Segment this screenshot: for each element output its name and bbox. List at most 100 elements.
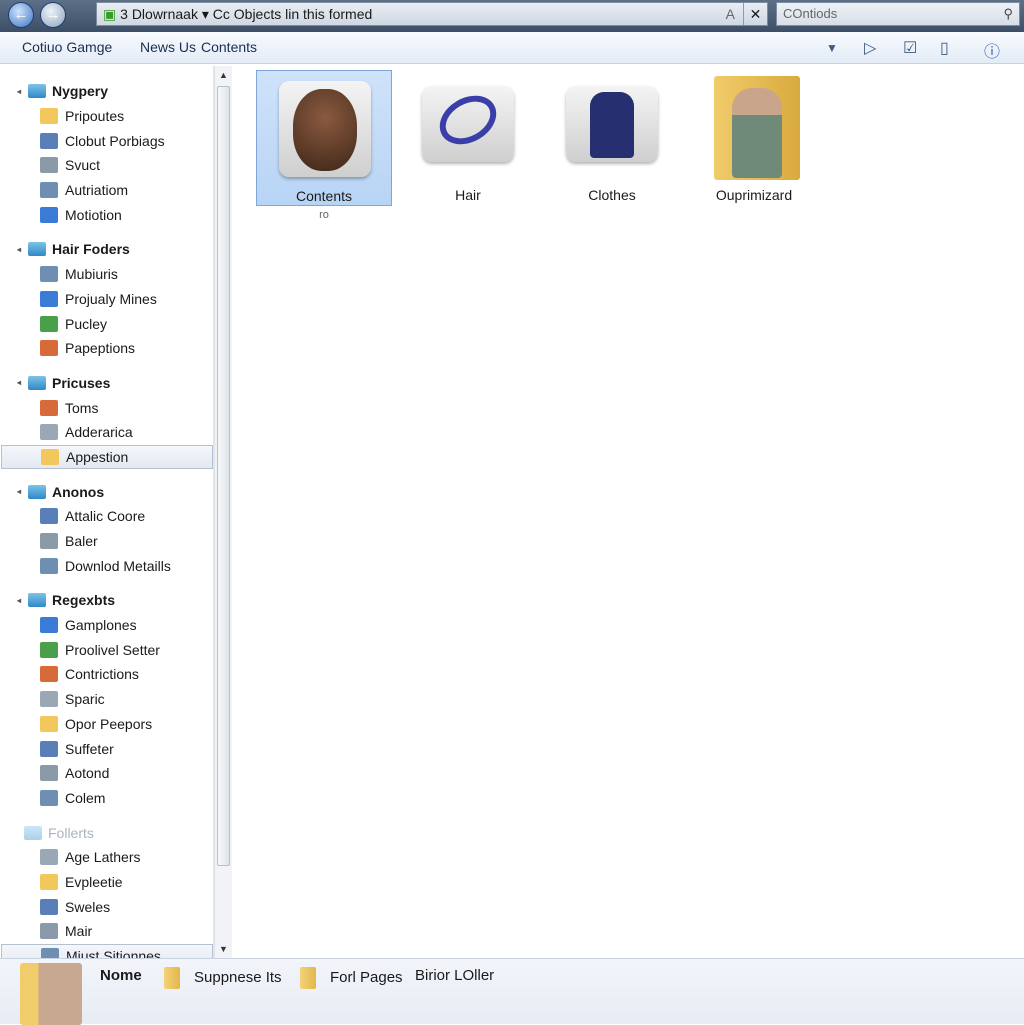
- expand-arrow-icon[interactable]: ◂: [17, 87, 21, 96]
- sidebar-group-label: Regexbts: [52, 592, 116, 609]
- sidebar-item[interactable]: Projualy Mines: [4, 287, 213, 312]
- play-icon[interactable]: ▷: [864, 38, 876, 58]
- sidebar-item-label: Suffeter: [65, 740, 114, 757]
- expand-arrow-icon[interactable]: ◂: [17, 245, 21, 254]
- sidebar-scrollbar[interactable]: ▲ ▼: [214, 66, 232, 958]
- item-icon: [40, 340, 58, 357]
- item-icon: [40, 290, 58, 307]
- expand-arrow-icon[interactable]: ◂: [17, 378, 21, 387]
- sidebar-group-label: Anonos: [52, 483, 105, 500]
- toolbar-item-contents[interactable]: Contents: [201, 39, 257, 55]
- sidebar-item-label: Autriatiom: [65, 182, 129, 199]
- sidebar-item[interactable]: Proolivel Setter: [4, 637, 213, 662]
- sidebar-group[interactable]: ◂ Hair Foders: [4, 237, 213, 262]
- sidebar-item[interactable]: Baler: [4, 529, 213, 554]
- tile-hair[interactable]: Hair: [400, 70, 536, 206]
- sidebar-item-label: Papeptions: [65, 340, 136, 357]
- tile-clothes[interactable]: Clothes: [544, 70, 680, 206]
- sidebar-group[interactable]: Follerts: [4, 820, 213, 845]
- sidebar-item[interactable]: Adderarica: [4, 420, 213, 445]
- sidebar-item-label: Svuct: [65, 157, 101, 174]
- sidebar-item-label: Clobut Porbiags: [65, 132, 165, 149]
- item-icon: [40, 641, 58, 658]
- expand-arrow-icon[interactable]: ◂: [17, 487, 21, 496]
- sidebar-item[interactable]: Clobut Porbiags: [4, 128, 213, 153]
- item-icon: [40, 873, 58, 890]
- sidebar-item[interactable]: Papeptions: [4, 336, 213, 361]
- tile-contents[interactable]: Contents ro: [256, 70, 392, 221]
- footer-item[interactable]: Birior LOller: [415, 967, 494, 984]
- sidebar-item[interactable]: Pripoutes: [4, 104, 213, 129]
- item-icon: [40, 157, 58, 174]
- tile-ouprimizard[interactable]: Ouprimizard: [686, 70, 822, 206]
- close-icon[interactable]: ✕: [743, 3, 767, 25]
- tile-label: Clothes: [588, 187, 636, 203]
- toolbar-item-news[interactable]: News Us: [140, 39, 196, 55]
- sidebar-item-label: Age Lathers: [65, 849, 141, 866]
- sidebar-item[interactable]: Autriatiom: [4, 178, 213, 203]
- sidebar-item[interactable]: Age Lathers: [4, 845, 213, 870]
- expand-arrow-icon[interactable]: ◂: [17, 596, 21, 605]
- file-view: Contents ro Hair Clothes Ouprimizard: [234, 66, 1024, 958]
- toolbar: Cotiuo Gamge News Us Contents ▼ ▷ ☑ ▯ ⓘ: [0, 32, 1024, 64]
- library-icon: [28, 593, 46, 608]
- footer-item[interactable]: Suppnese Its: [164, 967, 282, 989]
- sidebar-item[interactable]: Appestion: [1, 444, 213, 470]
- sidebar-group[interactable]: ◂ Regexbts: [4, 588, 213, 613]
- checkbox-icon[interactable]: ☑: [903, 38, 917, 58]
- sidebar-item[interactable]: Colem: [4, 786, 213, 811]
- sidebar-item[interactable]: Downlod Metaills: [4, 553, 213, 578]
- address-location[interactable]: Dlowrnaak: [132, 6, 198, 22]
- preview-pane-icon[interactable]: ▯: [940, 38, 949, 58]
- sidebar-item[interactable]: Pucley: [4, 311, 213, 336]
- scroll-down-icon[interactable]: ▼: [219, 944, 228, 954]
- toolbar-item-organize[interactable]: Cotiuo Gamge: [22, 39, 112, 55]
- sidebar-item[interactable]: Mubiuris: [4, 262, 213, 287]
- library-icon: [28, 484, 46, 499]
- sidebar-item-label: Gamplones: [65, 617, 137, 634]
- sidebar-item[interactable]: Sparic: [4, 687, 213, 712]
- sidebar-item[interactable]: Mair: [4, 919, 213, 944]
- sidebar-item[interactable]: Aotond: [4, 761, 213, 786]
- scrollbar-thumb[interactable]: [217, 86, 230, 866]
- sidebar-item[interactable]: Gamplones: [4, 613, 213, 638]
- back-button[interactable]: ←: [8, 2, 34, 28]
- sidebar-item[interactable]: Suffeter: [4, 736, 213, 761]
- sidebar-item[interactable]: Motiotion: [4, 202, 213, 227]
- sidebar-group[interactable]: ◂ Anonos: [4, 479, 213, 504]
- sidebar-item-label: Colem: [65, 789, 106, 806]
- footer-item[interactable]: Forl Pages: [300, 967, 403, 989]
- help-icon[interactable]: ⓘ: [984, 38, 1000, 62]
- sidebar-item[interactable]: Sweles: [4, 894, 213, 919]
- sidebar-item[interactable]: Toms: [4, 395, 213, 420]
- item-icon: [40, 691, 58, 708]
- sidebar-item-label: Mubiuris: [65, 266, 118, 283]
- sidebar-item[interactable]: Opor Peepors: [4, 712, 213, 737]
- search-input[interactable]: COntiods ⚲: [776, 2, 1020, 26]
- scroll-up-icon[interactable]: ▲: [219, 70, 228, 80]
- sidebar-item[interactable]: Attalic Coore: [4, 504, 213, 529]
- item-icon: [40, 108, 58, 125]
- item-icon: [40, 508, 58, 525]
- refresh-icon[interactable]: A: [726, 3, 735, 25]
- sidebar-group-label: Follerts: [48, 824, 94, 841]
- sidebar-group[interactable]: ◂ Nygpery: [4, 79, 213, 104]
- sidebar-item[interactable]: Evpleetie: [4, 870, 213, 895]
- item-icon: [40, 715, 58, 732]
- folder-icon: [164, 967, 180, 989]
- sidebar-item-label: Opor Peepors: [65, 715, 153, 732]
- item-icon: [40, 424, 58, 441]
- sidebar-item[interactable]: Svuct: [4, 153, 213, 178]
- sidebar-item-label: Adderarica: [65, 424, 133, 441]
- dropdown-icon[interactable]: ▼: [826, 41, 838, 55]
- sidebar-item[interactable]: Contrictions: [4, 662, 213, 687]
- item-icon: [40, 740, 58, 757]
- sidebar-group[interactable]: ◂ Pricuses: [4, 371, 213, 396]
- address-bar[interactable]: ▣ 3 Dlowrnaak ▾ Cc Objects lin this form…: [96, 2, 768, 26]
- search-icon[interactable]: ⚲: [1003, 3, 1013, 25]
- sidebar-group-label: Nygpery: [52, 83, 109, 100]
- hair-accessory-icon: [422, 85, 514, 162]
- breadcrumb[interactable]: Cc Objects lin this formed: [213, 6, 373, 22]
- folder-with-person-icon: [714, 76, 800, 180]
- forward-button[interactable]: →: [40, 2, 66, 28]
